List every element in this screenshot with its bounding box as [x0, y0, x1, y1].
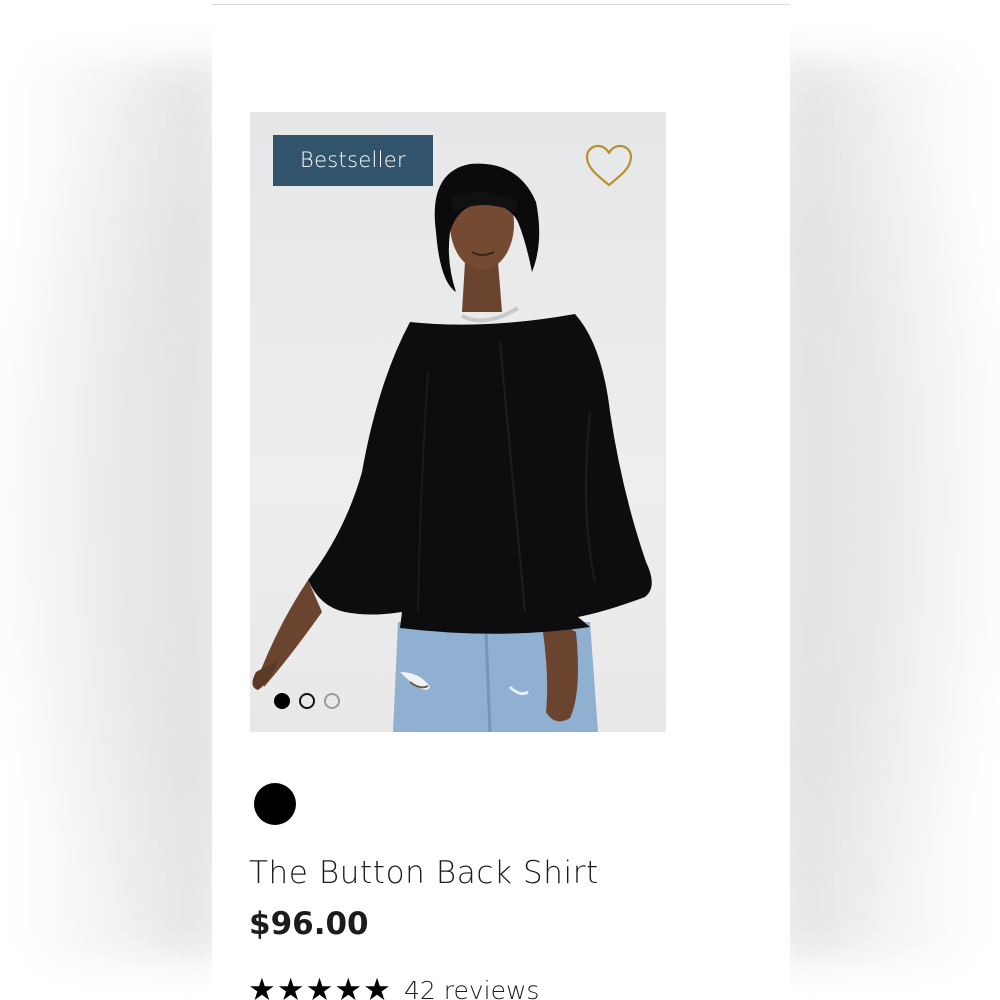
product-title[interactable]: The Button Back Shirt — [249, 855, 599, 891]
product-price: $96.00 — [249, 906, 369, 942]
image-carousel-dots — [274, 693, 340, 709]
product-card[interactable]: Bestseller The Button Back Shirt $96.00 … — [212, 0, 790, 1000]
product-rating: ★★★★★ 42 reviews — [248, 972, 539, 1000]
carousel-dot-1[interactable] — [274, 693, 290, 709]
carousel-dot-2[interactable] — [299, 693, 315, 709]
product-image[interactable]: Bestseller — [250, 112, 666, 732]
product-photo — [252, 163, 652, 732]
reviews-link[interactable]: 42 reviews — [404, 976, 539, 1000]
blurred-right-edge — [780, 60, 980, 960]
star-rating-icon: ★★★★★ — [248, 972, 392, 1000]
wishlist-heart-icon[interactable] — [584, 143, 634, 189]
blurred-left-edge — [20, 60, 220, 960]
color-swatch-black[interactable] — [254, 783, 296, 825]
top-divider — [212, 4, 790, 5]
carousel-dot-3[interactable] — [324, 693, 340, 709]
bestseller-badge: Bestseller — [273, 135, 433, 186]
